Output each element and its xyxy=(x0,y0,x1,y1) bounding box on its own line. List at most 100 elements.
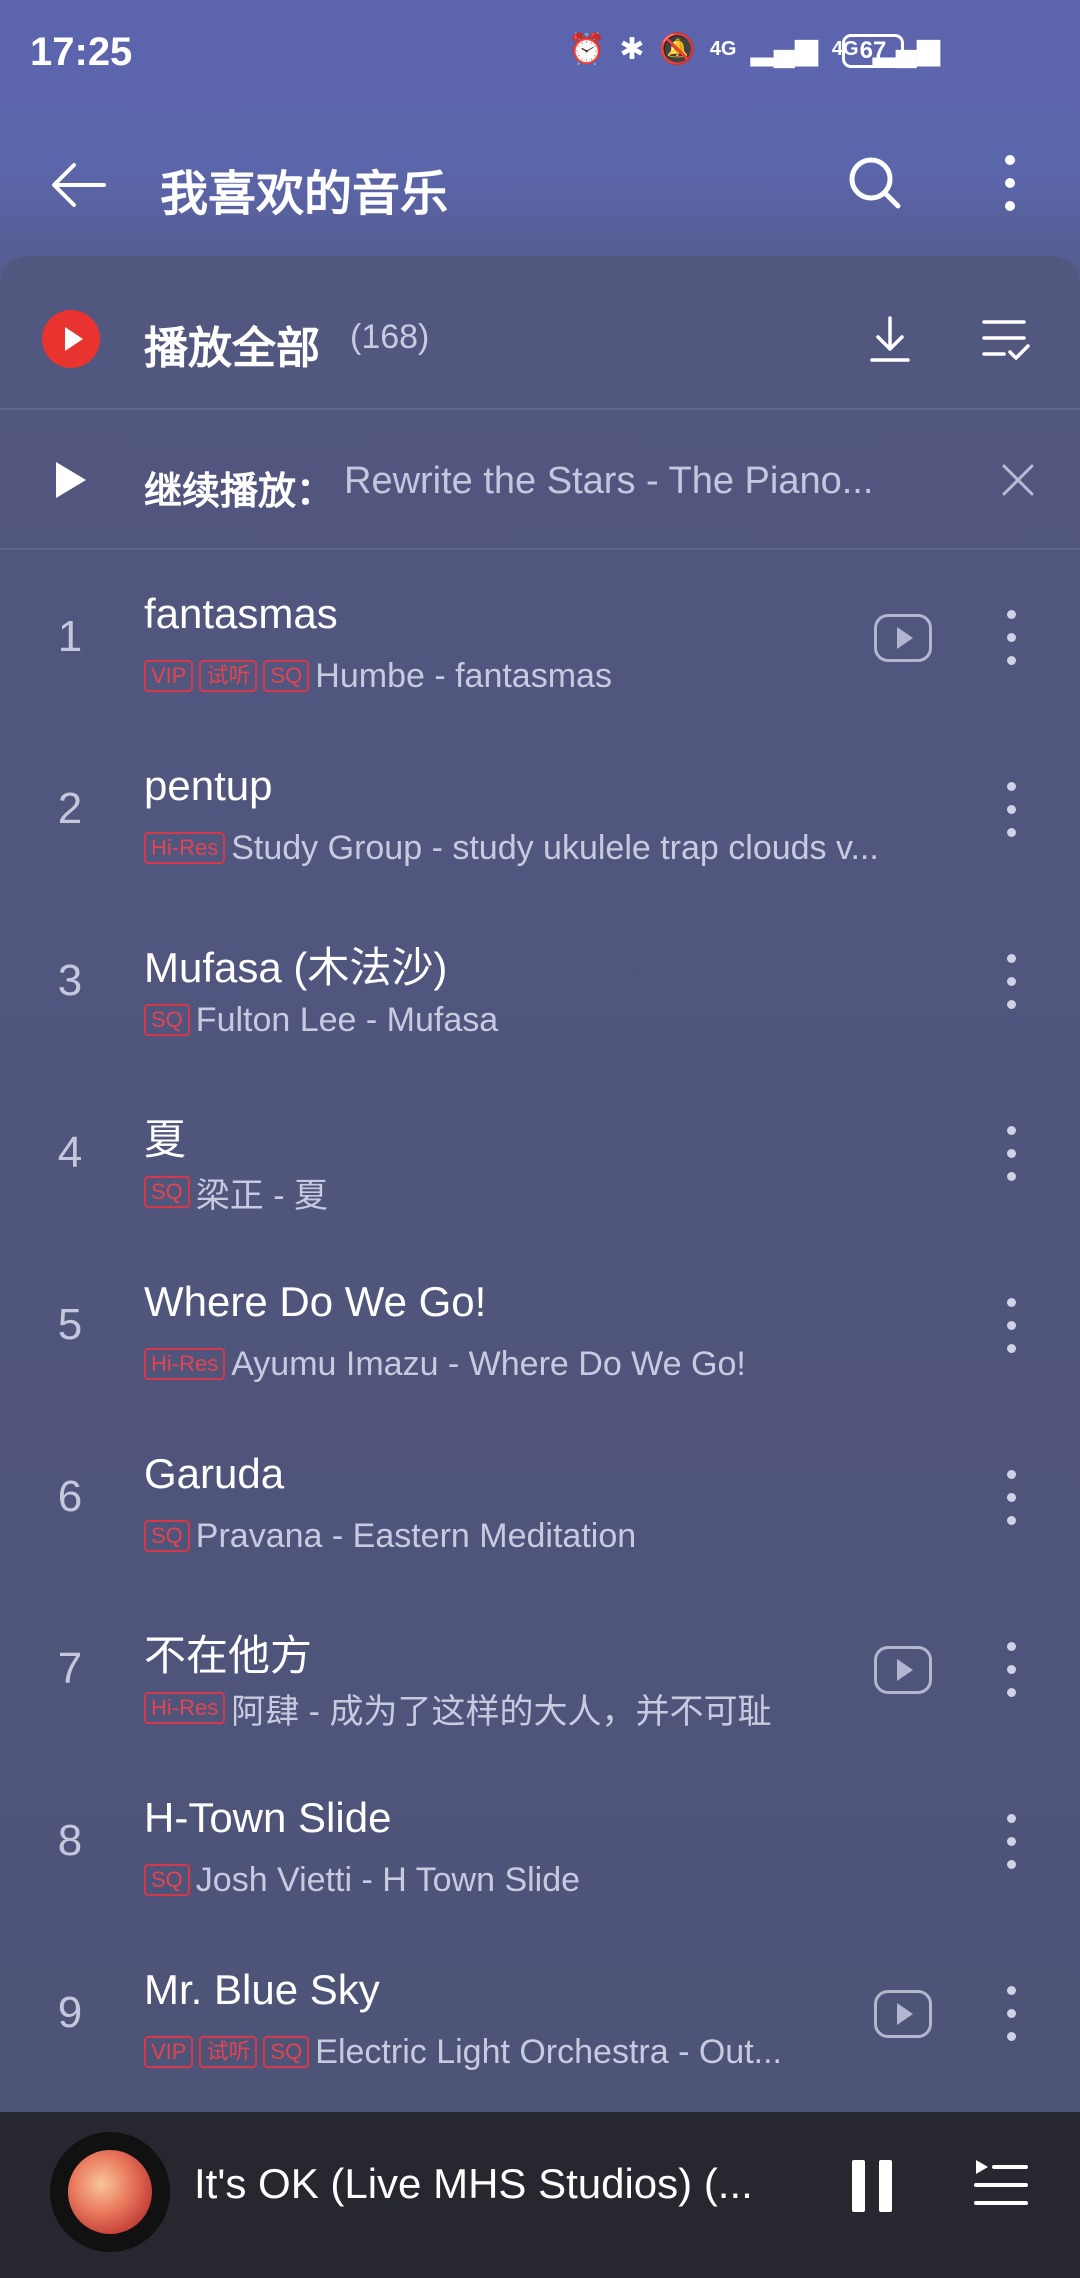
back-button[interactable] xyxy=(44,150,114,220)
song-row[interactable]: 1 fantasmas VIP 试听 SQ Humbe - fantasmas xyxy=(0,550,1080,722)
hires-badge: Hi-Res xyxy=(144,1348,226,1380)
song-index: 8 xyxy=(57,1816,83,1865)
song-meta: VIP 试听 SQ Electric Light Orchestra - Out… xyxy=(144,2032,960,2072)
sq-badge: SQ xyxy=(144,1864,190,1896)
song-more-button[interactable] xyxy=(988,1464,1034,1532)
play-icon[interactable] xyxy=(56,462,86,498)
pause-icon[interactable] xyxy=(852,2160,892,2212)
dot xyxy=(1007,1298,1016,1307)
dot xyxy=(1007,1642,1016,1651)
song-row[interactable]: 6 Garuda SQ Pravana - Eastern Meditation xyxy=(0,1410,1080,1582)
sq-badge: SQ xyxy=(263,2036,310,2068)
dot xyxy=(1007,828,1016,837)
song-more-button[interactable] xyxy=(988,604,1034,672)
song-artist: 阿肆 - 成为了这样的大人，并不可耻 xyxy=(231,1692,772,1729)
dot xyxy=(1007,1516,1016,1525)
mini-player[interactable]: It's OK (Live MHS Studios) (... xyxy=(0,2112,1080,2278)
song-more-button[interactable] xyxy=(988,1120,1034,1188)
download-button[interactable] xyxy=(862,312,918,368)
song-index: 1 xyxy=(57,612,83,661)
song-title: pentup xyxy=(144,762,273,809)
song-row[interactable]: 8 H-Town Slide SQ Josh Vietti - H Town S… xyxy=(0,1754,1080,1926)
song-artist: Humbe - fantasmas xyxy=(315,656,612,695)
mv-play-icon[interactable] xyxy=(874,614,932,662)
dot xyxy=(1007,656,1016,665)
song-meta: SQ Josh Vietti - H Town Slide xyxy=(144,1860,960,1900)
playlist-icon xyxy=(974,2160,1028,2205)
song-meta: Hi-Res Ayumu Imazu - Where Do We Go! xyxy=(144,1344,960,1384)
sq-badge: SQ xyxy=(144,1004,190,1036)
song-meta: SQ Fulton Lee - Mufasa xyxy=(144,1000,960,1040)
song-more-button[interactable] xyxy=(988,1292,1034,1360)
dot xyxy=(1007,1000,1016,1009)
signal-icon: 4G xyxy=(709,38,737,60)
bluetooth-icon: ✱ xyxy=(619,33,645,66)
song-title: 夏 xyxy=(144,1116,187,1163)
dot xyxy=(1007,1321,1016,1330)
play-circle-icon[interactable] xyxy=(42,310,100,368)
signal-bars-icon: ▂▄▆ xyxy=(750,33,818,66)
sq-badge: SQ xyxy=(263,660,310,692)
status-bar: 17:25 ⏰ ✱ 🔕 4G ▂▄▆ 4G ▂▄▆ 67 ❦ xyxy=(0,0,1080,110)
song-row[interactable]: 2 pentup Hi-Res Study Group - study ukul… xyxy=(0,722,1080,894)
song-row[interactable]: 5 Where Do We Go! Hi-Res Ayumu Imazu - W… xyxy=(0,1238,1080,1410)
close-button[interactable] xyxy=(996,458,1040,502)
song-row[interactable]: 7 不在他方 Hi-Res 阿肆 - 成为了这样的大人，并不可耻 xyxy=(0,1582,1080,1754)
song-row[interactable]: 9 Mr. Blue Sky VIP 试听 SQ Electric Light … xyxy=(0,1926,1080,2098)
playlist-button[interactable] xyxy=(972,2156,1028,2214)
dot xyxy=(1007,1344,1016,1353)
dot xyxy=(1007,1470,1016,1479)
song-artist: Josh Vietti - H Town Slide xyxy=(195,1860,581,1899)
page-title: 我喜欢的音乐 xyxy=(160,168,449,221)
dot xyxy=(1007,805,1016,814)
song-meta: Hi-Res 阿肆 - 成为了这样的大人，并不可耻 xyxy=(144,1688,960,1728)
song-title: Garuda xyxy=(144,1450,285,1497)
resume-label: 继续播放： xyxy=(144,471,335,513)
dot xyxy=(1007,2009,1016,2018)
song-more-button[interactable] xyxy=(988,1808,1034,1876)
song-index: 3 xyxy=(57,956,83,1005)
song-artist: Pravana - Eastern Meditation xyxy=(195,1516,637,1555)
song-more-button[interactable] xyxy=(988,1980,1034,2048)
song-row[interactable]: 3 Mufasa (木法沙) SQ Fulton Lee - Mufasa xyxy=(0,894,1080,1066)
more-button[interactable] xyxy=(990,148,1030,218)
dot xyxy=(1007,1149,1016,1158)
dot xyxy=(1007,782,1016,791)
song-panel: 播放全部 (168) 继续播放： Rewrite the Stars - The… xyxy=(0,256,1080,2112)
player-title[interactable]: It's OK (Live MHS Studios) (... xyxy=(194,2160,754,2208)
song-title: Mufasa (木法沙) xyxy=(144,944,448,991)
dot xyxy=(1007,1688,1016,1697)
song-artist: Ayumu Imazu - Where Do We Go! xyxy=(231,1344,746,1383)
dot xyxy=(1007,633,1016,642)
album-art[interactable] xyxy=(50,2132,170,2252)
song-more-button[interactable] xyxy=(988,776,1034,844)
search-button[interactable] xyxy=(840,148,910,218)
sq-badge: SQ xyxy=(144,1520,190,1552)
mv-play-icon[interactable] xyxy=(874,1990,932,2038)
song-artist: Fulton Lee - Mufasa xyxy=(195,1000,499,1039)
dot xyxy=(1007,977,1016,986)
song-title: 不在他方 xyxy=(144,1632,313,1679)
play-all-row[interactable]: 播放全部 (168) xyxy=(0,256,1080,410)
dot xyxy=(1007,1837,1016,1846)
mute-bell-icon: 🔕 xyxy=(658,33,696,66)
multi-select-button[interactable] xyxy=(978,314,1034,366)
album-cover xyxy=(68,2150,152,2234)
song-more-button[interactable] xyxy=(988,1636,1034,1704)
dot xyxy=(1007,2032,1016,2041)
resume-song[interactable]: Rewrite the Stars - The Piano... xyxy=(344,460,944,503)
song-meta: SQ 梁正 - 夏 xyxy=(144,1172,960,1212)
dot xyxy=(1007,954,1016,963)
song-title: H-Town Slide xyxy=(144,1794,392,1841)
mv-play-icon[interactable] xyxy=(874,1646,932,1694)
song-count: (168) xyxy=(350,318,430,356)
song-title: Where Do We Go! xyxy=(144,1278,487,1325)
resume-row[interactable]: 继续播放： Rewrite the Stars - The Piano... xyxy=(0,410,1080,550)
dot xyxy=(1007,1172,1016,1181)
song-more-button[interactable] xyxy=(988,948,1034,1016)
song-artist: Study Group - study ukulele trap clouds … xyxy=(231,828,879,867)
more-vertical-icon xyxy=(1005,155,1015,211)
preview-badge: 试听 xyxy=(199,2036,258,2068)
play-all-label[interactable]: 播放全部 xyxy=(144,312,320,376)
song-row[interactable]: 4 夏 SQ 梁正 - 夏 xyxy=(0,1066,1080,1238)
